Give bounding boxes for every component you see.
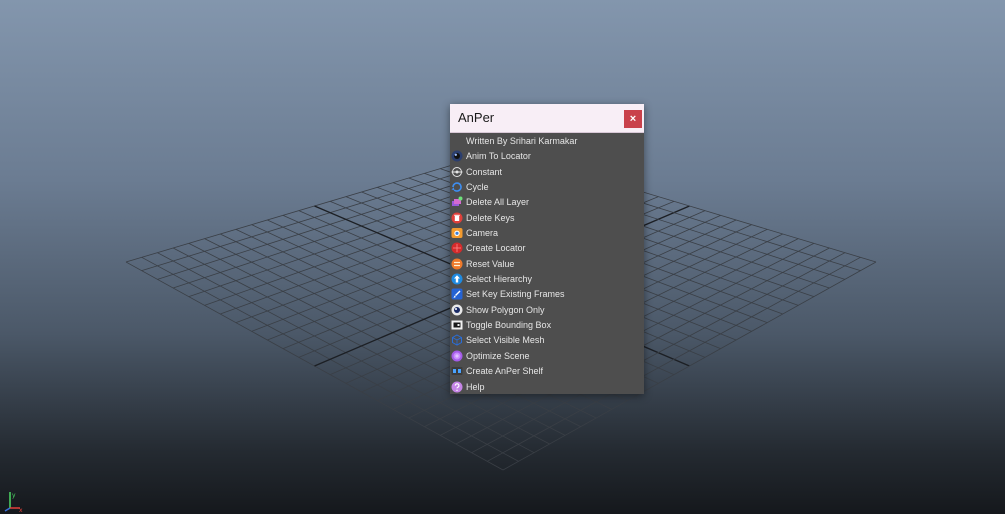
constant-icon [451,166,463,177]
menu-item-label: Select Hierarchy [466,274,533,285]
delete-layer-icon [452,196,463,207]
optimize-scene-icon [451,350,463,362]
anper-window: AnPer × Written By Srihari Karmakar Anim … [450,104,644,394]
menu-item-label: Written By Srihari Karmakar [466,136,578,146]
help-icon [451,381,463,392]
shelf-icon [451,367,463,376]
maya-viewport[interactable]: y x AnPer × Written By Srihari Karmakar A… [0,0,1005,514]
menu-item-label: Toggle Bounding Box [466,320,552,331]
window-title-bar: AnPer × [450,104,644,133]
svg-text:y: y [12,492,16,499]
menu-item-create-anper-shelf[interactable]: Create AnPer Shelf [450,364,644,379]
menu-item-constant[interactable]: Constant [450,165,644,180]
cycle-icon [451,182,462,192]
show-polygon-icon [451,304,463,316]
menu-item-label: Constant [466,166,503,177]
menu-item-select-hierarchy[interactable]: Select Hierarchy [450,272,644,287]
menu-item-label: Set Key Existing Frames [466,289,565,300]
reset-value-icon [451,258,463,270]
select-hierarchy-icon [451,273,463,285]
window-title: AnPer [458,110,495,125]
svg-text:x: x [19,507,23,512]
menu-item-show-polygon-only[interactable]: Show Polygon Only [450,303,644,318]
delete-keys-icon [451,212,463,224]
menu-item-label: Show Polygon Only [466,304,545,315]
menu-item-cycle[interactable]: Cycle [450,180,644,195]
menu-item-label: Reset Value [466,258,515,269]
menu-item-create-locator[interactable]: Create Locator [450,241,644,256]
axis-gizmo-icon: y x [4,492,23,512]
menu-item-label: Help [466,381,485,392]
menu-item-written-by-srihari-karmakar[interactable]: Written By Srihari Karmakar [450,134,644,149]
menu-item-delete-keys[interactable]: Delete Keys [450,211,644,226]
menu-item-label: Optimize Scene [466,350,530,361]
menu-item-label: Select Visible Mesh [466,335,545,346]
menu-item-delete-all-layer[interactable]: Delete All Layer [450,195,644,210]
close-button[interactable]: × [624,110,642,128]
camera-icon [451,228,463,239]
menu-item-anim-to-locator[interactable]: Anim To Locator [450,149,644,164]
menu-item-label: Camera [466,228,499,239]
menu-item-label: Create Locator [466,243,526,254]
locator-icon [451,242,463,254]
menu-item-select-visible-mesh[interactable]: Select Visible Mesh [450,333,644,348]
menu-item-label: Cycle [466,182,489,193]
menu-item-camera[interactable]: Camera [450,226,644,241]
menu-item-label: Create AnPer Shelf [466,366,544,377]
bounding-box-icon [451,320,463,330]
menu-item-optimize-scene[interactable]: Optimize Scene [450,349,644,364]
menu-item-label: Anim To Locator [466,151,531,162]
menu-item-label: Delete All Layer [466,197,530,208]
menu-item-reset-value[interactable]: Reset Value [450,257,644,272]
anim-to-locator-icon [451,150,463,162]
menu-item-toggle-bounding-box[interactable]: Toggle Bounding Box [450,318,644,333]
menu-item-label: Delete Keys [466,212,515,223]
menu-item-help[interactable]: Help [450,380,644,395]
anper-menu: Written By Srihari Karmakar Anim To Locat… [450,133,644,395]
menu-item-set-key-existing-frames[interactable]: Set Key Existing Frames [450,287,644,302]
set-key-icon [451,288,463,300]
visible-mesh-icon [452,334,462,347]
